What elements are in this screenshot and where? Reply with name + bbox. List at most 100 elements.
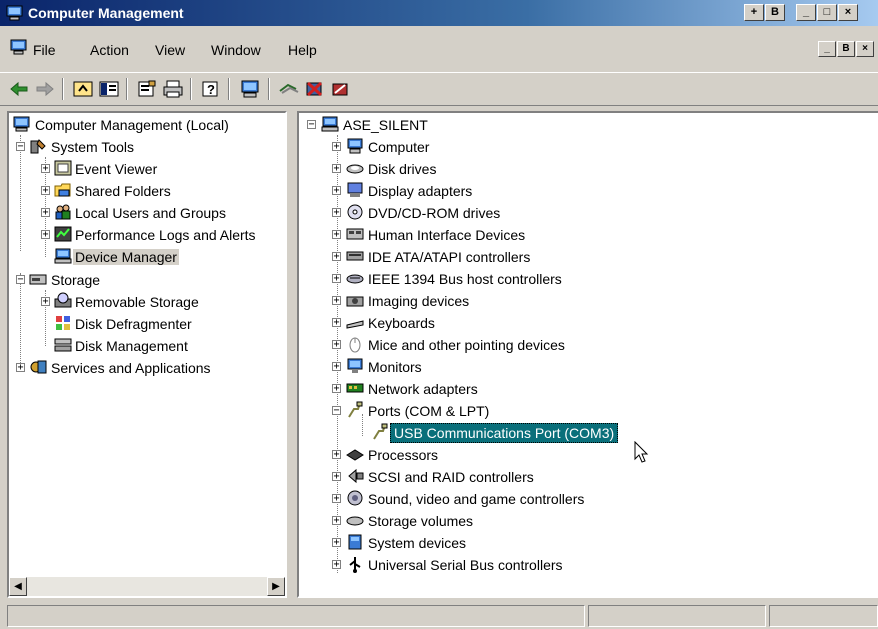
minimize-button[interactable]: _ — [796, 4, 816, 21]
scan-hardware-icon[interactable] — [278, 79, 300, 99]
computer-icon — [321, 115, 339, 133]
device-category-label: Keyboards — [368, 315, 435, 331]
uninstall-icon[interactable] — [304, 79, 326, 99]
computer-icon — [346, 137, 364, 155]
expand-toggle[interactable]: + — [332, 274, 341, 284]
status-bar — [0, 603, 878, 629]
disk-management-icon — [54, 336, 72, 354]
horizontal-scrollbar[interactable]: ◀ ▶ — [9, 577, 285, 596]
forward-icon[interactable] — [34, 79, 56, 99]
ieee1394-icon — [346, 269, 364, 287]
device-category-label: Sound, video and game controllers — [368, 491, 585, 507]
mdi-minimize-button[interactable]: _ — [818, 41, 836, 57]
expand-toggle[interactable]: + — [332, 362, 341, 372]
expand-toggle[interactable]: + — [332, 186, 341, 196]
scsi-icon — [346, 467, 364, 485]
expand-toggle[interactable]: + — [332, 142, 341, 152]
expand-toggle[interactable]: + — [332, 252, 341, 262]
device-list-pane[interactable]: − ASE_SILENT + Computer + Disk drives + Displ… — [297, 111, 878, 598]
device-category-label: Ports (COM & LPT) — [368, 403, 490, 419]
tree-item-label: Event Viewer — [75, 161, 158, 177]
properties-icon[interactable] — [136, 79, 158, 99]
close-button[interactable]: × — [838, 4, 858, 21]
tree-item-label: Shared Folders — [75, 183, 171, 199]
document-icon[interactable] — [10, 39, 28, 58]
users-icon — [54, 203, 72, 221]
ide-icon — [346, 247, 364, 265]
window-title: Computer Management — [28, 5, 184, 21]
device-category-label: Monitors — [368, 359, 422, 375]
menu-action[interactable]: Action — [90, 42, 129, 58]
device-category-label: DVD/CD-ROM drives — [368, 205, 501, 221]
device-category-label: Imaging devices — [368, 293, 470, 309]
mdi-restore-button[interactable]: B — [837, 41, 855, 57]
services-icon — [29, 358, 47, 376]
menu-help[interactable]: Help — [288, 42, 317, 58]
expand-toggle[interactable]: + — [332, 296, 341, 306]
expand-toggle[interactable]: + — [332, 340, 341, 350]
scroll-right-icon[interactable]: ▶ — [267, 577, 285, 596]
expand-toggle[interactable]: + — [41, 164, 50, 174]
show-hide-tree-icon[interactable] — [98, 79, 120, 99]
mdi-close-button[interactable]: × — [856, 41, 874, 57]
expand-toggle[interactable]: + — [332, 450, 341, 460]
expand-toggle[interactable]: + — [41, 297, 50, 307]
expand-toggle[interactable]: + — [332, 230, 341, 240]
device-manager-icon — [54, 247, 72, 265]
expand-toggle[interactable]: + — [332, 494, 341, 504]
restore-child-icon[interactable]: B — [765, 4, 785, 21]
imaging-icon — [346, 291, 364, 309]
storage-icon — [29, 270, 47, 288]
menu-bar: File Action View Window Help _ B × — [0, 37, 878, 61]
menu-file[interactable]: File — [33, 42, 56, 58]
help-icon[interactable]: ? — [200, 79, 222, 99]
device-category-label: Mice and other pointing devices — [368, 337, 565, 353]
expand-toggle[interactable]: + — [332, 538, 341, 548]
collapse-toggle[interactable]: − — [332, 406, 341, 416]
status-panel — [588, 605, 766, 627]
device-category-label: IEEE 1394 Bus host controllers — [368, 271, 562, 287]
maximize-button[interactable]: □ — [817, 4, 837, 21]
expand-toggle[interactable]: + — [332, 318, 341, 328]
hid-icon — [346, 225, 364, 243]
port-icon — [346, 401, 364, 419]
up-level-icon[interactable] — [72, 79, 94, 99]
expand-toggle[interactable]: + — [332, 384, 341, 394]
print-icon[interactable] — [162, 79, 184, 99]
expand-toggle[interactable]: + — [41, 208, 50, 218]
processor-icon — [346, 445, 364, 463]
menu-window[interactable]: Window — [211, 42, 261, 58]
computer-icon[interactable] — [240, 79, 262, 99]
computer-management-icon[interactable] — [6, 5, 24, 24]
shared-folder-icon — [54, 181, 72, 199]
expand-toggle[interactable]: + — [332, 208, 341, 218]
collapse-toggle[interactable]: − — [16, 142, 25, 152]
collapse-toggle[interactable]: − — [16, 275, 25, 285]
expand-toggle[interactable]: + — [332, 560, 341, 570]
removable-storage-icon — [54, 292, 72, 310]
tree-item-label: Disk Defragmenter — [75, 316, 192, 332]
expand-toggle[interactable]: + — [332, 164, 341, 174]
back-icon[interactable] — [8, 79, 30, 99]
expand-toggle[interactable]: + — [332, 516, 341, 526]
expand-toggle[interactable]: + — [16, 363, 25, 373]
scroll-left-icon[interactable]: ◀ — [9, 577, 27, 596]
event-viewer-icon — [54, 159, 72, 177]
tree-item-label: ASE_SILENT — [343, 117, 428, 133]
expand-toggle[interactable]: + — [332, 472, 341, 482]
tree-line — [20, 273, 21, 365]
menu-view[interactable]: View — [155, 42, 185, 58]
restore-mdi-icon[interactable]: + — [744, 4, 764, 21]
collapse-toggle[interactable]: − — [307, 120, 316, 130]
disk-drive-icon — [346, 159, 364, 177]
cdrom-icon — [346, 203, 364, 221]
usb-icon — [346, 555, 364, 573]
disable-icon[interactable] — [330, 79, 352, 99]
expand-toggle[interactable]: + — [41, 230, 50, 240]
expand-toggle[interactable]: + — [41, 186, 50, 196]
display-adapter-icon — [346, 181, 364, 199]
port-icon — [371, 423, 389, 441]
sound-icon — [346, 489, 364, 507]
tree-item-label: System Tools — [51, 139, 134, 155]
console-tree-pane[interactable]: Computer Management (Local) − System Too… — [7, 111, 287, 598]
